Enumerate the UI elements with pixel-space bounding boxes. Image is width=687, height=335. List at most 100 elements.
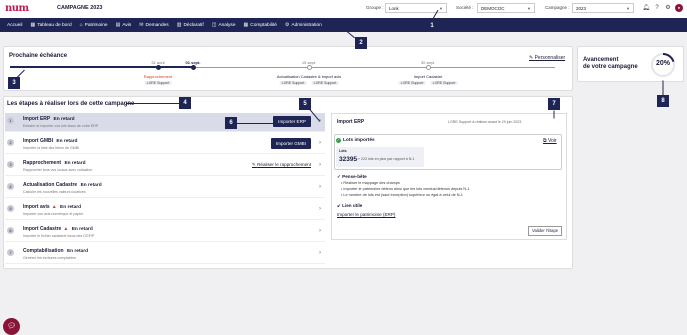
step-item[interactable]: 5 Import avis ▲ En retard Importer vos av… (5, 201, 325, 220)
chevron-right-icon: › (319, 206, 321, 212)
step-number: 5 (7, 205, 14, 212)
annotation-marker: 2 (355, 37, 367, 49)
rapprochement-link[interactable]: ✎ Réaliser le rapprochement (252, 162, 311, 168)
lien-utile-label: Lien utile (342, 203, 363, 208)
home-icon: ⌂ (79, 22, 83, 28)
chevron-down-icon: ▼ (626, 6, 630, 11)
annotation-arrow (662, 80, 664, 96)
nav-label: Administration (291, 22, 322, 28)
step-name: Import ERP (23, 116, 51, 122)
import-erp-button[interactable]: Importer ERP (273, 116, 311, 127)
help-icon[interactable]: ? (653, 4, 661, 12)
lots-trend: ↗ 223 lots en plus par rapport à N-1 (357, 157, 415, 161)
nav-comptabilite[interactable]: ▦ Comptabilité (244, 22, 277, 28)
nav-label: Patrimoine (84, 22, 108, 28)
chevron-right-icon: › (319, 162, 321, 168)
nav-label: Demandes (145, 22, 169, 28)
chat-icon[interactable]: 💬︎ (3, 318, 20, 335)
detail-title: Import ERP (337, 119, 365, 125)
status-badge: En retard (80, 183, 102, 188)
step-name: Import avis (23, 204, 50, 210)
nav-label: Déclaratif (183, 22, 204, 28)
annotation-marker: 4 (179, 97, 191, 109)
step-name: Rapprochement (23, 160, 62, 166)
timeline-event-label: Rapprochement (143, 74, 173, 79)
annotation-marker: 1 (426, 20, 438, 32)
annotation-arrow (126, 103, 179, 104)
warning-icon: ▲ (63, 226, 69, 232)
main-navbar: Accueil ▦ Tableau de bord ⌂ Patrimoine ▤ Av… (0, 18, 687, 32)
personnaliser-link[interactable]: ✎ Personnaliser (529, 55, 565, 61)
campaign-title: CAMPAGNE 2023 (57, 5, 103, 11)
pense-bete-label: Pense-bête (342, 174, 367, 179)
app-logo[interactable]: num (5, 3, 29, 14)
annotation-arrow (346, 31, 355, 39)
valider-etape-button[interactable]: Valider l'étape (528, 226, 563, 236)
timeline-event-badge: LORE Support (430, 81, 458, 85)
annotation-marker: 3 (8, 77, 20, 89)
campagne-label: Campagne : (545, 5, 570, 10)
societe-select[interactable]: DEMOCOC ▼ (477, 3, 535, 13)
step-title: Import ERP En retard (23, 116, 75, 122)
personnaliser-label: Personnaliser (534, 55, 566, 61)
annotation-marker: 5 (299, 98, 311, 110)
step-number: 1 (7, 117, 14, 124)
progress-percent: 20% (655, 60, 670, 67)
lots-value: 32395 (339, 156, 358, 163)
step-number: 6 (7, 227, 14, 234)
step-item[interactable]: 6 Import Cadastre ▲ En retard Importer le… (5, 223, 325, 242)
chevron-down-icon: ▼ (439, 6, 443, 11)
pense-bete-item: • Le nombre de lots est (sauf exception)… (341, 193, 463, 197)
step-item[interactable]: 2 Import GMBI En retard Importer la list… (5, 135, 325, 154)
chevron-right-icon: › (319, 228, 321, 234)
status-badge: En retard (66, 249, 89, 254)
bell-icon[interactable]: 🔔︎ (642, 4, 650, 12)
step-description: Importer vos avis numérique et papier (23, 212, 84, 216)
nav-analyse[interactable]: ◫ Analyse (212, 22, 236, 28)
timeline-event-badge: LORE Support (398, 81, 426, 85)
detail-meta: LORE Support A réaliser avant le 29 juin… (448, 120, 522, 124)
nav-administration[interactable]: ⚙ Administration (285, 22, 322, 28)
accounting-icon: ▦ (243, 22, 249, 28)
step-title: Actualisation Cadastre En retard (23, 182, 102, 188)
import-gmbi-button[interactable]: Importer GMBI (270, 138, 311, 149)
step-description: Générer les écritures comptables (23, 256, 76, 260)
timeline-event-label: Import Cadastre (413, 74, 443, 79)
settings-icon[interactable]: ⚙ (664, 4, 672, 12)
step-title: Comptabilisation En retard (23, 248, 88, 254)
voir-link[interactable]: ⧉ Voir (543, 138, 557, 144)
nav-label: Comptabilité (250, 22, 277, 28)
step-title: Import avis ▲ En retard (23, 204, 81, 210)
pense-bete-item: • Réaliser le mappage des champs (341, 181, 400, 185)
nav-tableau-de-bord[interactable]: ▦ Tableau de bord (30, 22, 71, 28)
timeline-progress (10, 66, 193, 68)
step-item[interactable]: 4 Actualisation Cadastre En retard Calcu… (5, 179, 325, 198)
lien-utile-title: ↙ Lien utile (337, 203, 363, 208)
timeline-event-badge: LORE Support (279, 81, 307, 85)
nav-label: Avis (122, 22, 132, 28)
nav-declaratif[interactable]: ▥ Déclaratif (177, 22, 204, 28)
chevron-right-icon: › (319, 250, 321, 256)
lien-utile-link[interactable]: Importer le patrimoine (ERP) (337, 212, 395, 217)
step-title: Import Cadastre ▲ En retard (23, 226, 93, 232)
nav-avis[interactable]: ▤ Avis (116, 22, 132, 28)
avatar[interactable]: ● (675, 4, 683, 12)
pense-bete-item: • Importer le patrimoine détenu ainsi qu… (341, 187, 470, 191)
avancement-title-line: de votre campagne (583, 64, 638, 70)
nav-demandes[interactable]: ✉ Demandes (139, 22, 168, 28)
annotation-arrow (553, 110, 555, 119)
top-header: num CAMPAGNE 2023 Groupe : Lonk ▼ Sociét… (0, 0, 687, 18)
timeline-event-badge: LORE Support (311, 81, 339, 85)
timeline-dot (191, 65, 196, 70)
nav-patrimoine[interactable]: ⌂ Patrimoine (80, 22, 108, 28)
step-item[interactable]: 3 Rapprochement En retard Rapprocher tou… (5, 157, 325, 176)
dashboard-icon: ▦ (30, 22, 36, 28)
status-badge: En retard (56, 139, 78, 144)
step-item[interactable]: 7 Comptabilisation En retard Générer les… (5, 245, 325, 264)
step-name: Actualisation Cadastre (23, 182, 78, 188)
societe-label: Société : (456, 5, 474, 10)
status-badge: En retard (53, 117, 75, 122)
campagne-select[interactable]: 2023 ▼ (572, 3, 634, 13)
nav-accueil[interactable]: Accueil (7, 23, 22, 28)
step-name: Import Cadastre (23, 226, 62, 232)
